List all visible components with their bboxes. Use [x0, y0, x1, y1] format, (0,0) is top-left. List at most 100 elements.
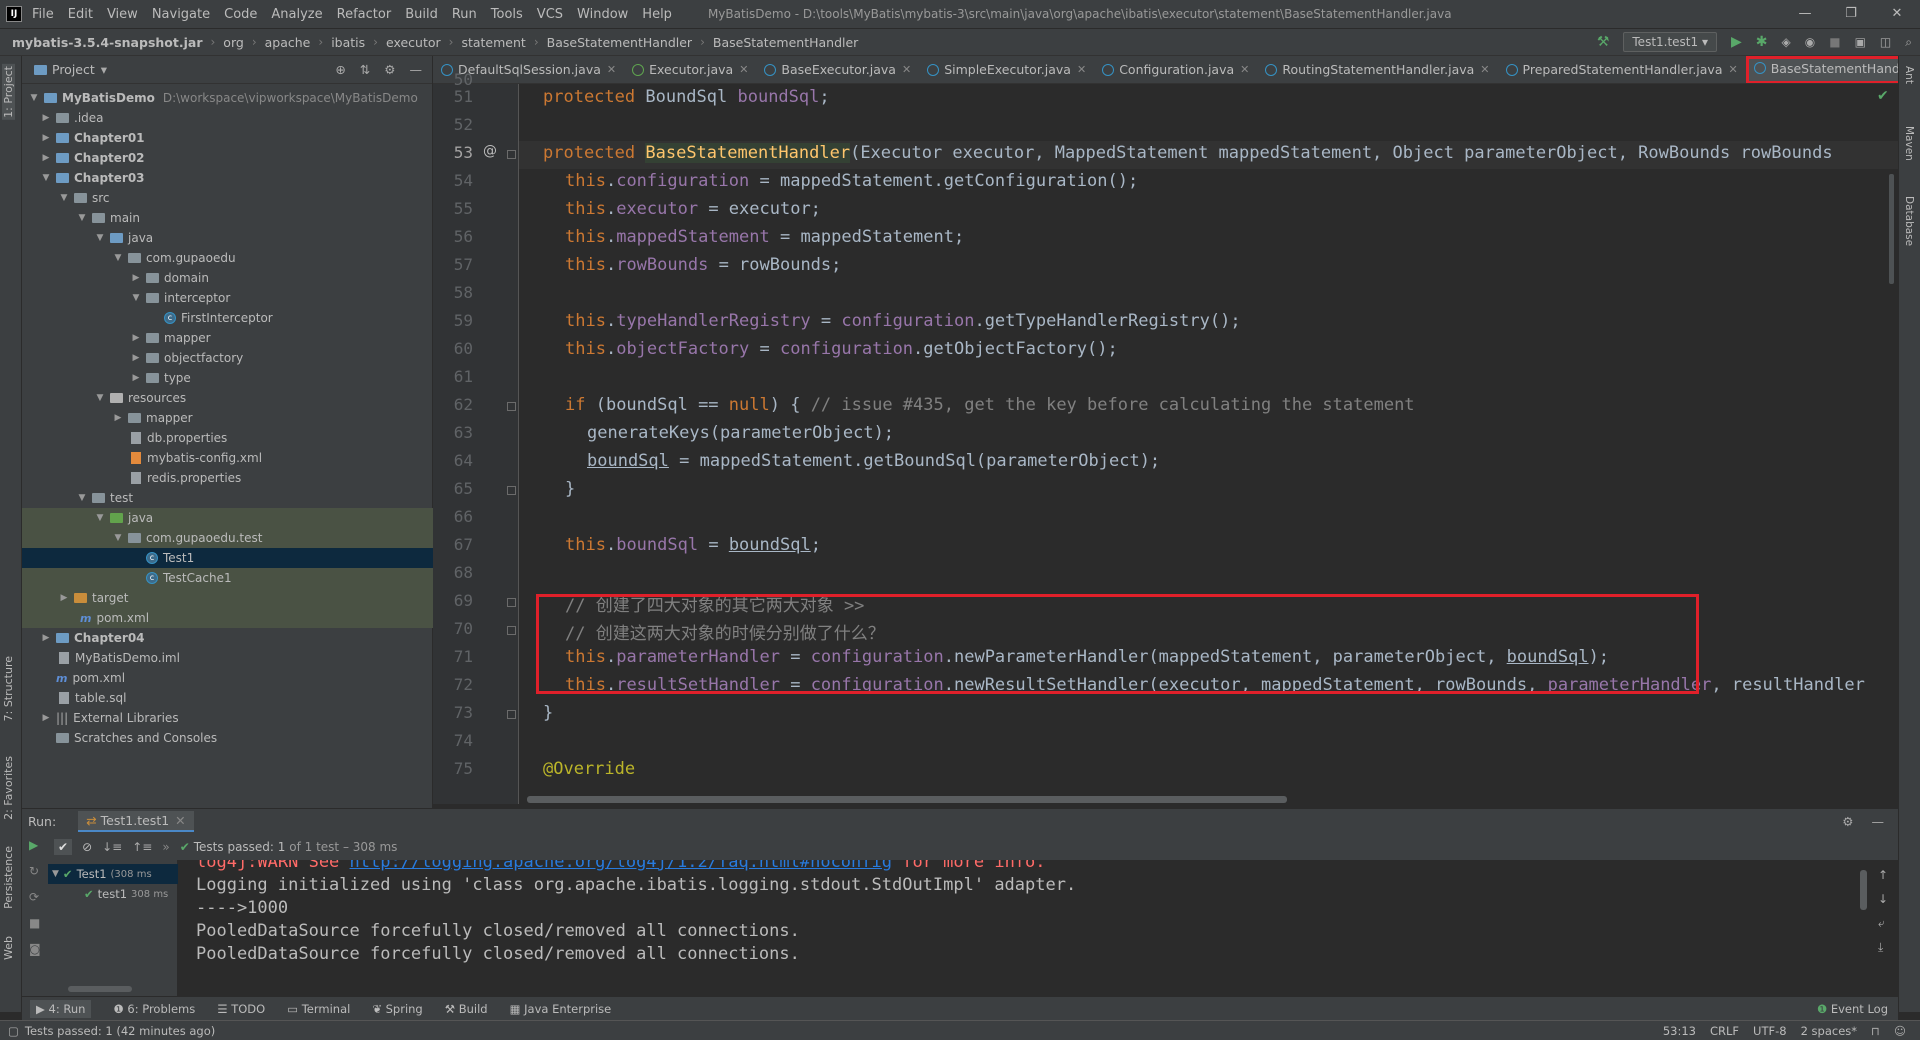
- tree-item[interactable]: ▼ com.gupaoedu: [22, 248, 433, 268]
- fold-marker-icon[interactable]: [507, 402, 516, 411]
- tree-item[interactable]: Scratches and Consoles: [22, 728, 433, 748]
- breadcrumb-statement[interactable]: statement: [461, 35, 525, 50]
- tree-item[interactable]: ▼ Chapter03: [22, 168, 433, 188]
- tab-simpleexecutor[interactable]: SimpleExecutor.java ✕: [919, 56, 1094, 83]
- indent-setting[interactable]: 2 spaces*: [1801, 1024, 1857, 1038]
- close-icon[interactable]: ✕: [1240, 63, 1249, 76]
- bottom-tab-spring[interactable]: ❦ Spring: [372, 1002, 422, 1016]
- tree-item[interactable]: table.sql: [22, 688, 433, 708]
- tree-item[interactable]: ▼ test: [22, 488, 433, 508]
- camera-icon[interactable]: ◙: [29, 942, 41, 956]
- menu-code[interactable]: Code: [224, 7, 257, 22]
- layout-icon[interactable]: ◫: [1880, 35, 1891, 49]
- tree-item[interactable]: ▶ mapper: [22, 328, 433, 348]
- tree-item[interactable]: ▶ objectfactory: [22, 348, 433, 368]
- close-icon[interactable]: ✕: [1077, 63, 1086, 76]
- event-log-button[interactable]: ❶ Event Log: [1817, 1002, 1888, 1016]
- tab-configuration[interactable]: Configuration.java ✕: [1094, 56, 1257, 83]
- menu-window[interactable]: Window: [577, 7, 628, 22]
- project-structure-icon[interactable]: ▣: [1855, 35, 1866, 49]
- breadcrumb-ibatis[interactable]: ibatis: [331, 35, 365, 50]
- tool-tab-maven[interactable]: Maven: [1903, 126, 1915, 161]
- bottom-tab-problems[interactable]: ❶ 6: Problems: [113, 1002, 195, 1016]
- breadcrumb-apache[interactable]: apache: [265, 35, 311, 50]
- tool-tab-project[interactable]: 1: Project: [2, 64, 15, 120]
- test-tree-item[interactable]: ✔ test1 308 ms: [48, 884, 178, 904]
- bottom-tab-run[interactable]: ▶ 4: Run: [30, 999, 92, 1018]
- chevron-down-icon[interactable]: ▾: [101, 62, 107, 77]
- tree-item[interactable]: ▼ main: [22, 208, 433, 228]
- tool-tab-structure[interactable]: 7: Structure: [2, 656, 15, 721]
- close-icon[interactable]: ✕: [1874, 0, 1920, 28]
- gear-icon[interactable]: ⚙: [1842, 814, 1853, 829]
- bottom-tab-todo[interactable]: ☰ TODO: [217, 1002, 265, 1016]
- breadcrumb-org[interactable]: org: [223, 35, 244, 50]
- menu-tools[interactable]: Tools: [491, 7, 523, 22]
- tree-item[interactable]: mybatis-config.xml: [22, 448, 433, 468]
- breadcrumb-method[interactable]: BaseStatementHandler: [713, 35, 858, 50]
- tree-item-root[interactable]: ▼ MyBatisDemo D:\workspace\vipworkspace\My…: [22, 88, 433, 108]
- close-icon[interactable]: ✕: [1480, 63, 1489, 76]
- panel-toggle-icon[interactable]: ▢: [8, 1024, 19, 1038]
- tree-item-selected[interactable]: c Test1: [22, 548, 433, 568]
- close-icon[interactable]: ✕: [739, 63, 748, 76]
- minimize-icon[interactable]: —: [1782, 0, 1828, 28]
- tree-item[interactable]: ▶ Chapter04: [22, 628, 433, 648]
- menu-vcs[interactable]: VCS: [537, 7, 563, 22]
- close-icon[interactable]: ✕: [1729, 63, 1738, 76]
- rerun-icon[interactable]: ▶: [29, 838, 38, 852]
- vertical-scrollbar[interactable]: [1889, 174, 1894, 284]
- menu-navigate[interactable]: Navigate: [152, 7, 210, 22]
- fold-marker-icon[interactable]: [507, 598, 516, 607]
- profile-icon[interactable]: ◉: [1805, 35, 1815, 49]
- tool-tab-web[interactable]: Web: [2, 936, 15, 960]
- more-icon[interactable]: »: [162, 840, 169, 854]
- breadcrumb-executor[interactable]: executor: [386, 35, 441, 50]
- tree-item[interactable]: ▶ Chapter02: [22, 148, 433, 168]
- bottom-tab-terminal[interactable]: ▭ Terminal: [287, 1002, 350, 1016]
- tree-item[interactable]: ▶ mapper: [22, 408, 433, 428]
- collapse-all-icon[interactable]: ⇅: [360, 62, 370, 77]
- tree-item[interactable]: c TestCache1: [22, 568, 433, 588]
- override-marker-icon[interactable]: @: [483, 143, 497, 159]
- breadcrumb-jar[interactable]: mybatis-3.5.4-snapshot.jar: [12, 35, 202, 50]
- lock-icon[interactable]: ⊓: [1871, 1024, 1880, 1038]
- menu-help[interactable]: Help: [642, 7, 672, 22]
- menu-edit[interactable]: Edit: [68, 7, 93, 22]
- tree-item[interactable]: ▼ java: [22, 508, 433, 528]
- tree-scrollbar[interactable]: [68, 986, 132, 992]
- hide-icon[interactable]: —: [410, 62, 423, 77]
- stop-icon[interactable]: ■: [1829, 35, 1840, 49]
- line-separator[interactable]: CRLF: [1710, 1024, 1739, 1038]
- tab-routingstatementhandler[interactable]: RoutingStatementHandler.java ✕: [1257, 56, 1497, 83]
- run-config-select[interactable]: Test1.test1 ▾: [1623, 32, 1717, 52]
- tree-item[interactable]: ▶ .idea: [22, 108, 433, 128]
- scroll-up-icon[interactable]: ↑: [1878, 868, 1888, 882]
- search-icon[interactable]: ⌕: [1905, 35, 1912, 50]
- bottom-tab-java-enterprise[interactable]: ▦ Java Enterprise: [510, 1002, 612, 1016]
- fold-marker-icon[interactable]: [507, 710, 516, 719]
- sort-duration-icon[interactable]: ↑≡: [132, 840, 152, 854]
- tree-item[interactable]: m pom.xml: [22, 608, 433, 628]
- gear-icon[interactable]: ⚙: [384, 62, 395, 77]
- fold-marker-icon[interactable]: [507, 626, 516, 635]
- tab-preparedstatementhandler[interactable]: PreparedStatementHandler.java ✕: [1498, 56, 1746, 83]
- show-ignored-icon[interactable]: ⊘: [82, 840, 92, 854]
- build-hammer-icon[interactable]: ⚒: [1597, 34, 1610, 50]
- code-editor[interactable]: protected BoundSql boundSql; protected B…: [519, 84, 1898, 804]
- breadcrumb-class[interactable]: BaseStatementHandler: [547, 35, 692, 50]
- fold-marker-icon[interactable]: [507, 150, 516, 159]
- tree-item[interactable]: ▼ java: [22, 228, 433, 248]
- locate-icon[interactable]: ⊕: [335, 62, 345, 77]
- toggle-auto-test-icon[interactable]: ⟳: [29, 890, 39, 904]
- tree-item[interactable]: ▶ domain: [22, 268, 433, 288]
- tab-basestatementhandler[interactable]: BaseStatementHandler.java✕: [1745, 56, 1898, 83]
- rerun-failed-icon[interactable]: ↻: [29, 864, 39, 878]
- tree-item[interactable]: m pom.xml: [22, 668, 433, 688]
- tree-item[interactable]: c FirstInterceptor: [22, 308, 433, 328]
- tab-baseexecutor[interactable]: BaseExecutor.java ✕: [756, 56, 919, 83]
- tab-executor[interactable]: Executor.java ✕: [624, 56, 756, 83]
- run-icon[interactable]: ▶: [1731, 34, 1742, 50]
- tool-tab-persistence[interactable]: Persistence: [2, 846, 15, 909]
- test-tree-item[interactable]: ▼ ✔ Test1 (308 ms: [48, 864, 178, 884]
